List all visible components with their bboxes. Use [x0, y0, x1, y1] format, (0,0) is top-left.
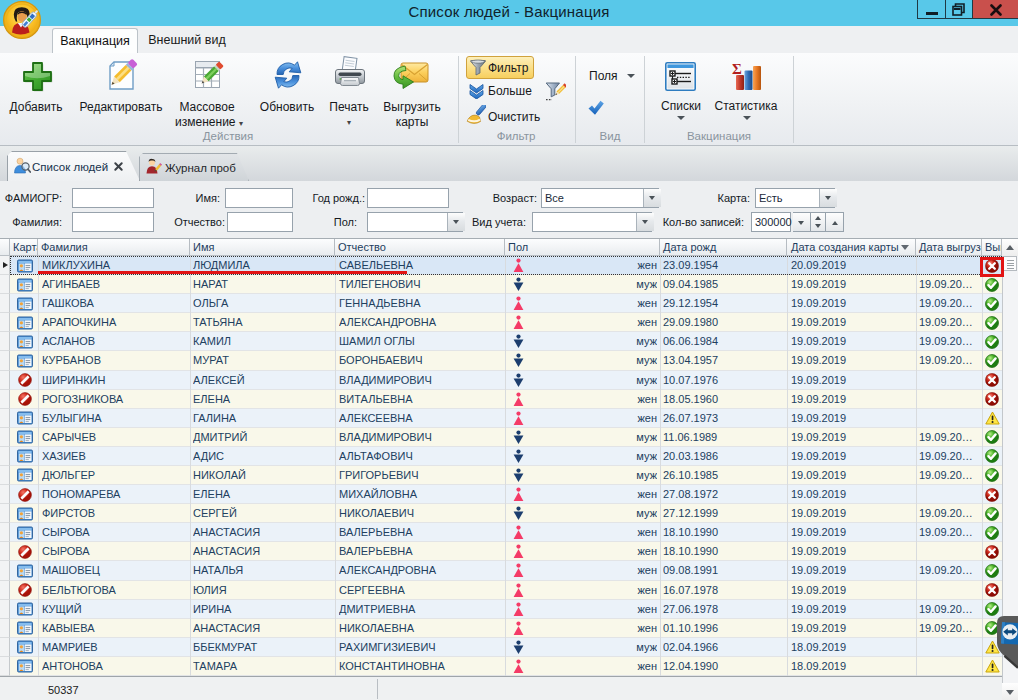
svg-text:Σ: Σ	[732, 61, 742, 77]
